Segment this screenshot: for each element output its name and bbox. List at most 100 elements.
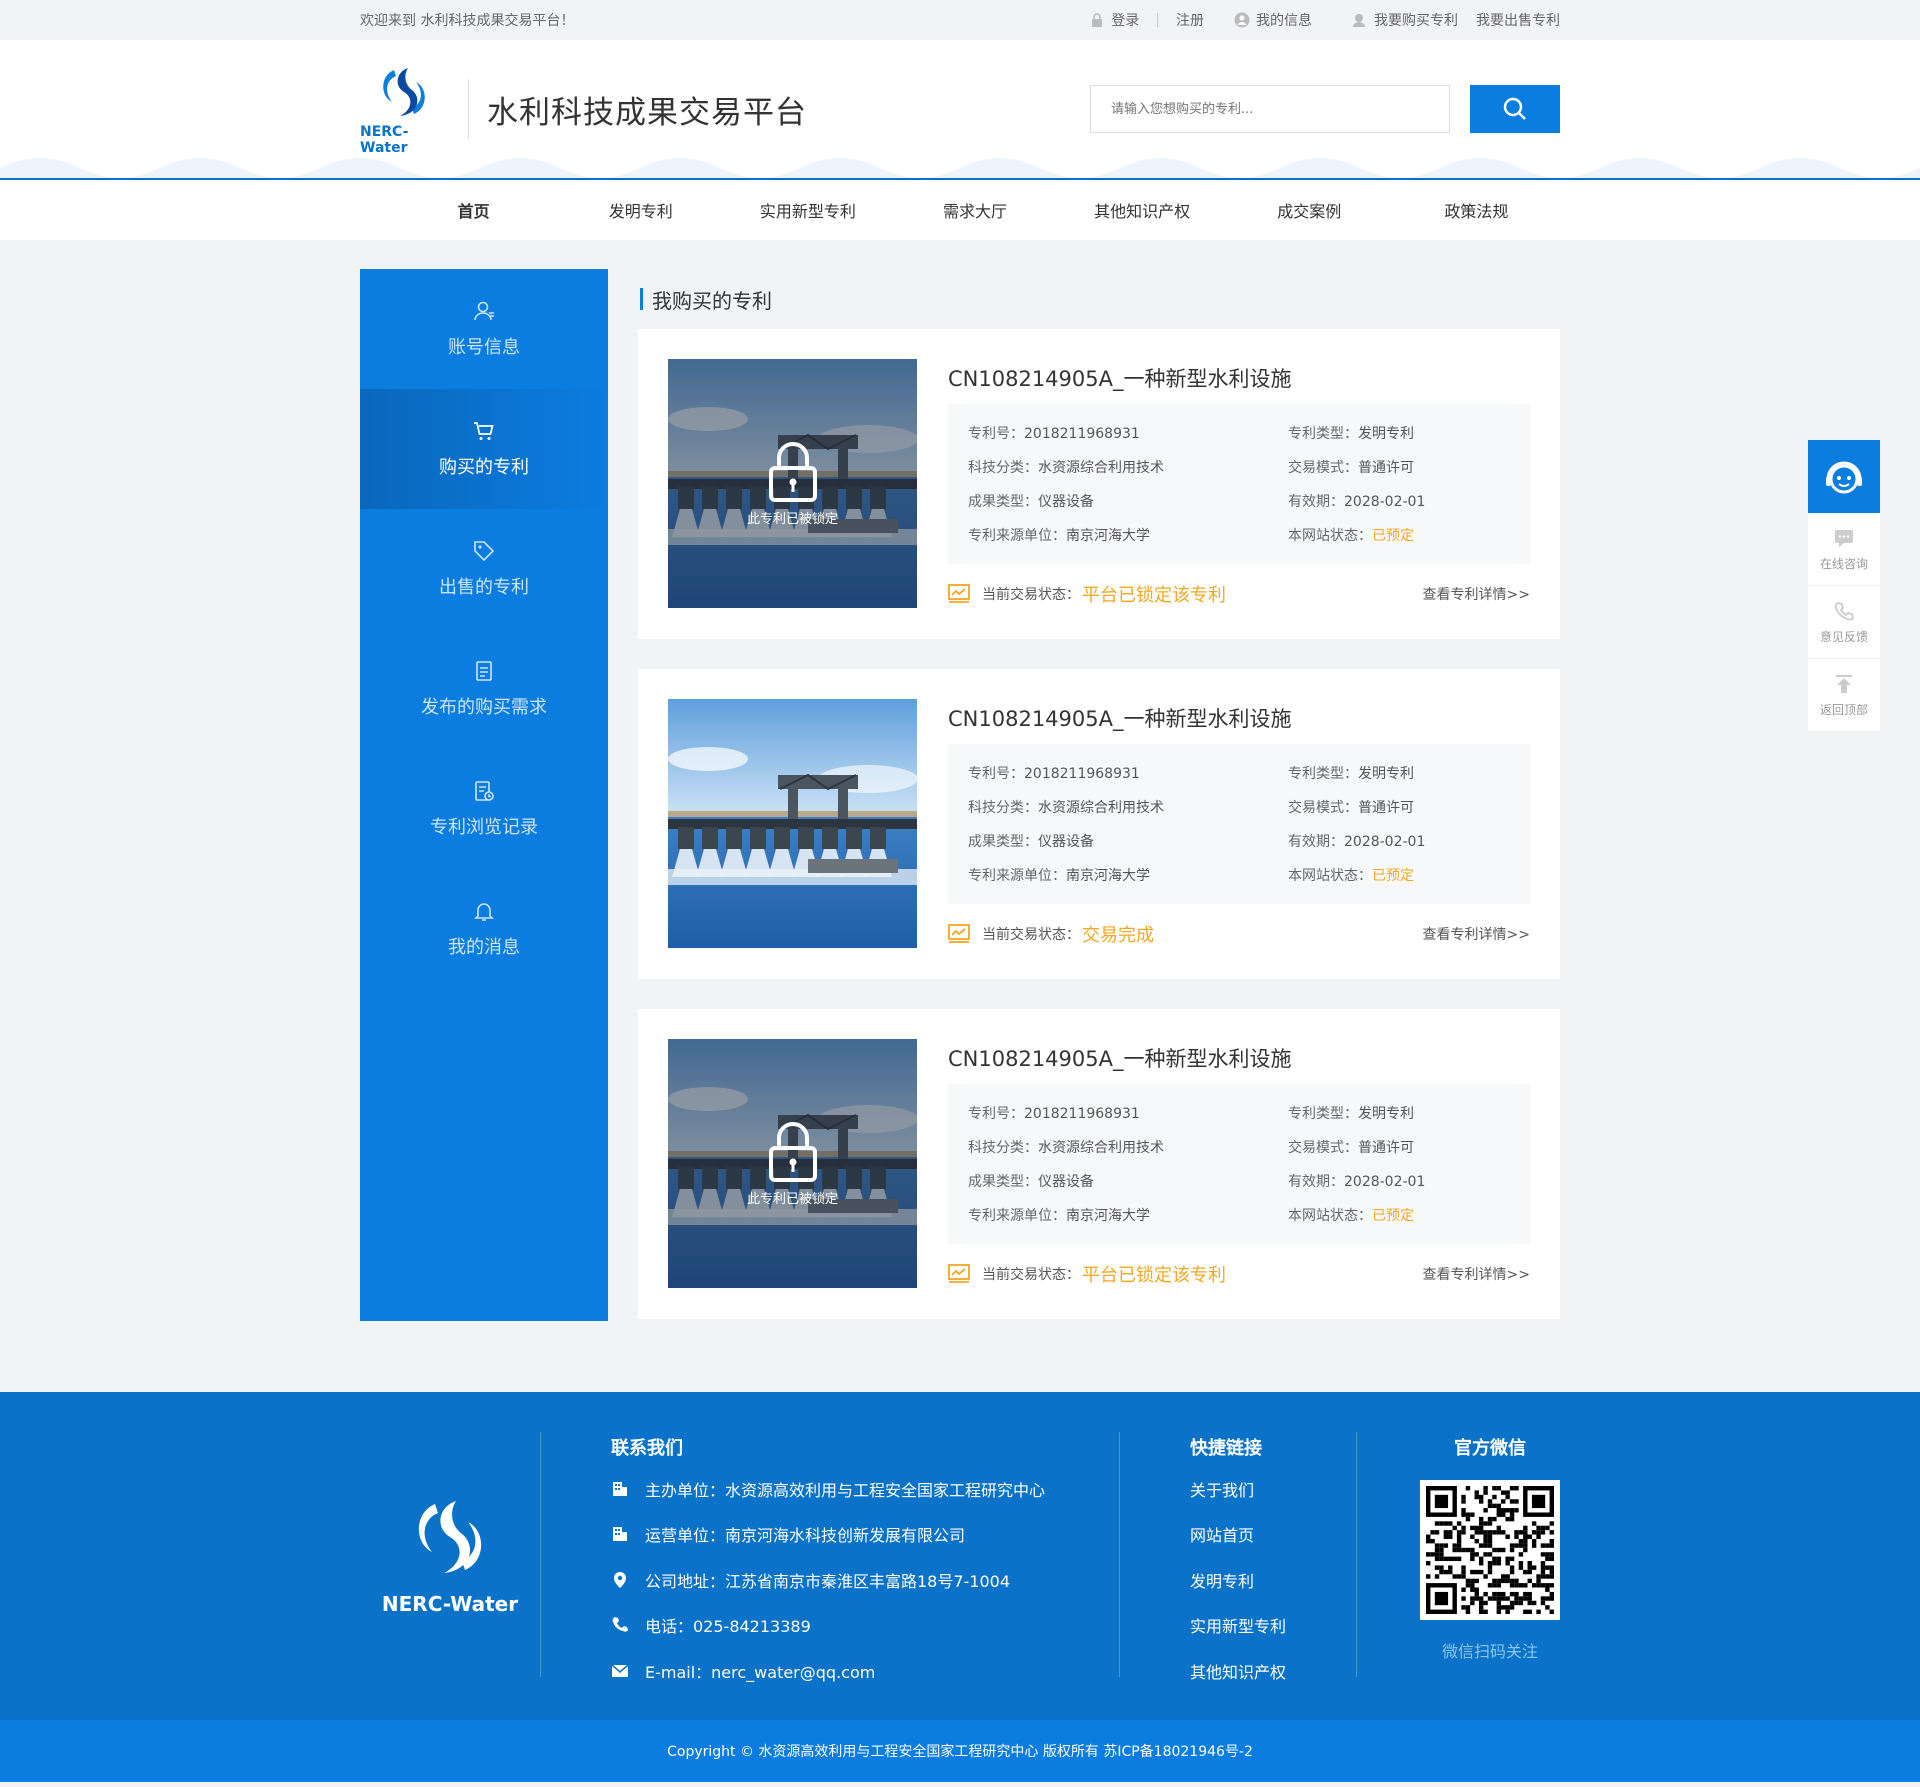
cart-icon: [474, 422, 494, 440]
nav-item-1[interactable]: 发明专利: [557, 198, 724, 222]
my-info-link[interactable]: 我的信息: [1256, 10, 1312, 30]
patent-specs: 专利号：2018211968931 专利类型：发明专利 科技分类：水资源综合利用技术…: [948, 403, 1530, 564]
sidebar-item-label: 发布的购买需求: [421, 697, 547, 718]
dam-photo: [668, 699, 917, 948]
footer-contact: 联系我们 主办单位：水资源高效利用与工程安全国家工程研究中心 运营单位：南京河海水…: [541, 1432, 1119, 1720]
sidebar-item-2[interactable]: 出售的专利: [360, 509, 608, 629]
trade-status: 平台已锁定该专利: [1082, 585, 1226, 607]
chart-icon: [948, 584, 970, 604]
trade-status-row: 当前交易状态： 交易完成 查看专利详情>>: [948, 920, 1530, 949]
buyer-icon: [1353, 14, 1365, 27]
result-type: 仪器设备: [1038, 1173, 1094, 1190]
footer-link-4[interactable]: 其他知识产权: [1190, 1648, 1356, 1694]
nav-item-0[interactable]: 首页: [390, 198, 557, 222]
footer-link-1[interactable]: 网站首页: [1190, 1512, 1356, 1558]
lock-icon: [768, 442, 817, 502]
site-logo[interactable]: NERC-Water: [360, 62, 448, 156]
site-header: NERC-Water 水利科技成果交易平台: [0, 40, 1920, 180]
search-button[interactable]: [1470, 85, 1560, 133]
sidebar-item-label: 我的消息: [448, 937, 520, 958]
login-link[interactable]: 登录: [1111, 10, 1139, 30]
sidebar-item-label: 购买的专利: [439, 457, 529, 478]
search-bar: [1090, 85, 1560, 133]
patent-thumbnail[interactable]: 此专利已被锁定: [668, 359, 917, 608]
sell-patent-link[interactable]: 我要出售专利: [1476, 10, 1560, 30]
trade-status: 交易完成: [1082, 925, 1154, 947]
sidebar-item-4[interactable]: 专利浏览记录: [360, 749, 608, 869]
customer-service-button[interactable]: [1808, 440, 1880, 513]
valid-date: 2028-02-01: [1344, 1173, 1426, 1190]
patent-no: 2018211968931: [1024, 1105, 1140, 1122]
main-area: 账号信息 购买的专利 出售的专利 发布的购买需求 专利浏览记录 我的消息 我购买的专利 此…: [0, 240, 1920, 1392]
contact-title: 联系我们: [611, 1438, 683, 1459]
patent-no: 2018211968931: [1024, 765, 1140, 782]
register-link[interactable]: 注册: [1176, 10, 1204, 30]
lock-icon: [768, 1122, 817, 1182]
patent-title[interactable]: CN108214905A_一种新型水利设施: [948, 1043, 1530, 1074]
site-title: 水利科技成果交易平台: [487, 94, 807, 131]
view-detail-link[interactable]: 查看专利详情>>: [1423, 1264, 1530, 1284]
lock-icon: [1092, 13, 1103, 27]
contact-line: E-mail：nerc_water@qq.com: [611, 1648, 1119, 1694]
site-status: 已预定: [1372, 527, 1414, 544]
patent-title[interactable]: CN108214905A_一种新型水利设施: [948, 703, 1530, 734]
nav-item-2[interactable]: 实用新型专利: [724, 198, 891, 222]
footer-link-3[interactable]: 实用新型专利: [1190, 1603, 1356, 1649]
patent-category: 水资源综合利用技术: [1038, 459, 1164, 476]
site-footer: NERC-Water 联系我们 主办单位：水资源高效利用与工程安全国家工程研究中…: [0, 1392, 1920, 1720]
sidebar-item-5[interactable]: 我的消息: [360, 869, 608, 989]
footer-link-2[interactable]: 发明专利: [1190, 1557, 1356, 1603]
customer-service-icon: [1826, 461, 1862, 493]
result-type: 仪器设备: [1038, 493, 1094, 510]
patent-title[interactable]: CN108214905A_一种新型水利设施: [948, 363, 1530, 394]
nav-item-6[interactable]: 政策法规: [1393, 198, 1560, 222]
search-input[interactable]: [1090, 85, 1450, 133]
source-unit: 南京河海大学: [1066, 867, 1150, 884]
patent-thumbnail[interactable]: 此专利已被锁定: [668, 1039, 917, 1288]
nav-item-5[interactable]: 成交案例: [1226, 198, 1393, 222]
welcome-text: 欢迎来到 水利科技成果交易平台！: [360, 13, 575, 29]
tag-icon: [474, 541, 495, 562]
sidebar-item-3[interactable]: 发布的购买需求: [360, 629, 608, 749]
view-detail-link[interactable]: 查看专利详情>>: [1423, 584, 1530, 604]
history-icon: [475, 781, 494, 801]
view-detail-link[interactable]: 查看专利详情>>: [1423, 924, 1530, 944]
source-unit: 南京河海大学: [1066, 527, 1150, 544]
patent-card: CN108214905A_一种新型水利设施 专利号：2018211968931 专利…: [638, 669, 1560, 979]
phone-icon: [1834, 601, 1854, 621]
patent-category: 水资源综合利用技术: [1038, 799, 1164, 816]
result-type: 仪器设备: [1038, 833, 1094, 850]
locked-overlay: 此专利已被锁定: [668, 1039, 917, 1288]
contact-line: 公司地址：江苏省南京市秦淮区丰富路18号7-1004: [611, 1557, 1119, 1603]
nav-item-3[interactable]: 需求大厅: [891, 198, 1058, 222]
site-status: 已预定: [1372, 867, 1414, 884]
trade-mode: 普通许可: [1358, 799, 1414, 816]
site-status: 已预定: [1372, 1207, 1414, 1224]
locked-overlay: 此专利已被锁定: [668, 359, 917, 608]
footer-link-0[interactable]: 关于我们: [1190, 1466, 1356, 1512]
document-icon: [476, 661, 492, 681]
locked-text: 此专利已被锁定: [746, 1192, 838, 1207]
patent-specs: 专利号：2018211968931 专利类型：发明专利 科技分类：水资源综合利用技术…: [948, 1083, 1530, 1244]
sidebar: 账号信息购买的专利出售的专利发布的购买需求专利浏览记录我的消息: [360, 269, 608, 1321]
patent-thumbnail[interactable]: [668, 699, 917, 948]
sidebar-item-1[interactable]: 购买的专利: [360, 389, 608, 509]
nerc-water-logo-icon: [383, 68, 425, 116]
float-toolbar: 在线咨询 意见反馈 返回顶部: [1808, 440, 1880, 732]
nav-item-4[interactable]: 其他知识产权: [1059, 198, 1226, 222]
online-consult-label: 在线咨询: [1819, 556, 1868, 571]
location-icon: [614, 1571, 626, 1588]
mail-icon: [611, 1664, 629, 1677]
buy-patent-link[interactable]: 我要购买专利: [1374, 10, 1458, 30]
feedback-button[interactable]: 意见反馈: [1808, 586, 1880, 659]
online-consult-button[interactable]: 在线咨询: [1808, 513, 1880, 586]
trade-status-row: 当前交易状态： 平台已锁定该专利 查看专利详情>>: [948, 580, 1530, 609]
building-icon: [613, 1527, 627, 1542]
sidebar-item-label: 出售的专利: [439, 577, 529, 598]
chart-icon: [948, 924, 970, 944]
back-to-top-button[interactable]: 返回顶部: [1808, 659, 1880, 732]
wechat-qr-code: [1420, 1480, 1560, 1620]
trade-mode: 普通许可: [1358, 1139, 1414, 1156]
sidebar-item-0[interactable]: 账号信息: [360, 269, 608, 389]
top-bar: 欢迎来到 水利科技成果交易平台！ 登录 | 注册 我的信息 我要购买专利 我要出…: [0, 0, 1920, 40]
